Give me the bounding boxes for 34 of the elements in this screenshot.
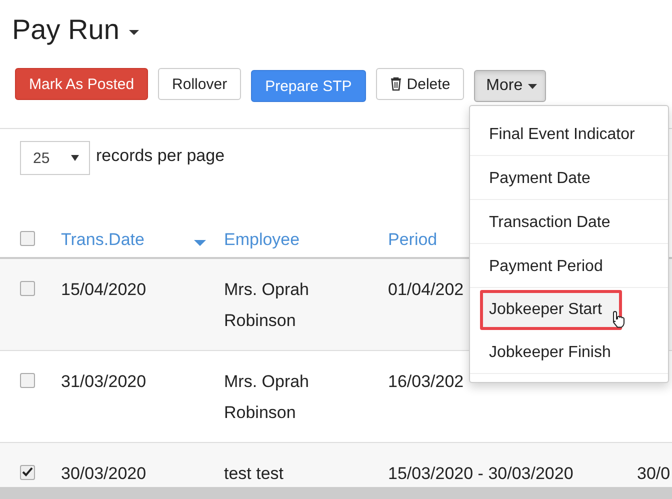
trash-icon (390, 77, 402, 91)
checkmark-icon (22, 467, 33, 478)
table-cell-text: Mrs. Oprah Robinson (224, 279, 310, 332)
table-cell-text: Mrs. Oprah Robinson (224, 371, 310, 424)
menu-item[interactable]: Final Event Indicator (470, 112, 668, 156)
table-cell-text: 30/03/2020 (61, 463, 146, 485)
table-cell-text: 15/04/2020 (61, 279, 146, 301)
menu-item[interactable]: Payment Period (470, 244, 668, 288)
table-cell: 16/03/202 (388, 372, 464, 391)
table-cell: 30/0 (637, 464, 670, 483)
page-size-select[interactable]: 25 (20, 141, 90, 175)
toolbar-button[interactable]: Rollover (158, 68, 242, 100)
checkbox[interactable] (20, 373, 35, 388)
sort-caret-icon (194, 240, 206, 246)
more-dropdown-button[interactable]: More (474, 70, 546, 102)
menu-item[interactable]: Payment Date (470, 156, 668, 200)
caret-icon (528, 84, 537, 88)
checkbox[interactable] (20, 465, 35, 480)
hand-cursor-icon (610, 310, 626, 329)
menu-item[interactable]: Jobkeeper Start (480, 290, 622, 330)
menu-item[interactable]: Jobkeeper Finish (470, 330, 668, 374)
page-title[interactable]: Pay Run (12, 12, 120, 48)
toolbar-button[interactable]: Delete (376, 68, 464, 100)
page-size-label: records per page (96, 146, 225, 166)
toolbar-button[interactable]: Mark As Posted (15, 68, 148, 100)
caret-icon (129, 30, 140, 34)
checkbox[interactable] (20, 231, 35, 246)
table-cell-text: 31/03/2020 (61, 371, 146, 393)
table-cell-text: test test (224, 463, 285, 485)
table-cell: 15/03/2020 - 30/03/2020 (388, 464, 574, 483)
menu-item[interactable]: Transaction Date (470, 200, 668, 244)
checkbox[interactable] (20, 281, 35, 296)
caret-icon (71, 155, 79, 161)
table-cell: 01/04/202 (388, 280, 464, 299)
